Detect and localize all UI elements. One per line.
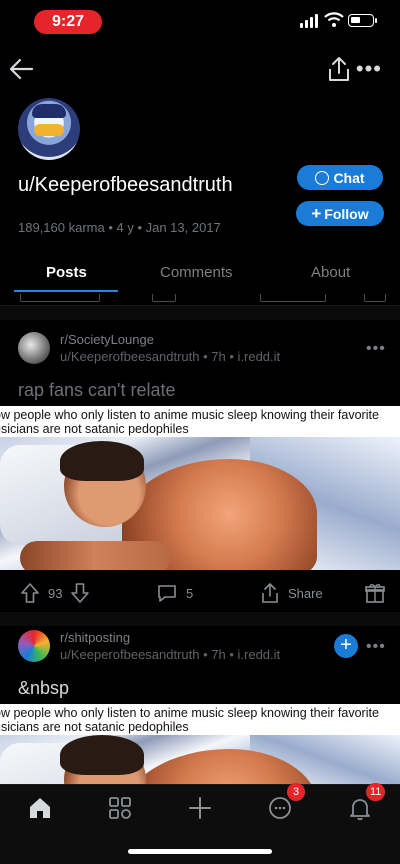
meme-caption: ow people who only listen to anime music… bbox=[0, 406, 400, 437]
status-bar: 9:27 bbox=[0, 0, 400, 44]
vote-group: 93 bbox=[20, 578, 90, 608]
avatar bbox=[18, 98, 80, 160]
post-more-icon[interactable]: ••• bbox=[366, 638, 386, 656]
meme-photo bbox=[0, 437, 400, 570]
tab-comments[interactable]: Comments bbox=[160, 264, 233, 281]
award-gift-icon[interactable] bbox=[364, 582, 386, 604]
subreddit-icon bbox=[18, 332, 50, 364]
post-separator bbox=[0, 612, 400, 626]
battery-icon bbox=[348, 14, 377, 27]
meme-photo bbox=[0, 735, 400, 784]
post-image[interactable]: ow people who only listen to anime music… bbox=[0, 704, 400, 784]
post-title[interactable]: rap fans can't relate bbox=[18, 380, 176, 401]
post-subreddit[interactable]: r/SocietyLounge bbox=[60, 332, 154, 347]
comment-count: 5 bbox=[186, 585, 194, 601]
downvote-icon[interactable] bbox=[70, 582, 90, 604]
inbox-badge: 11 bbox=[366, 783, 386, 801]
post-byline: u/Keeperofbeesandtruth • 7h • i.redd.it bbox=[60, 647, 281, 662]
tab-posts[interactable]: Posts bbox=[46, 264, 87, 281]
wifi-icon bbox=[324, 12, 344, 27]
profile-stats: 189,160 karma • 4 y • Jan 13, 2017 bbox=[18, 220, 221, 235]
home-indicator bbox=[128, 849, 272, 854]
meme-caption-line: ow people who only listen to anime music… bbox=[0, 706, 379, 720]
plus-icon: + bbox=[311, 204, 322, 223]
comment-icon bbox=[158, 585, 176, 602]
tab-about[interactable]: About bbox=[311, 264, 350, 281]
active-tab-indicator bbox=[14, 290, 118, 292]
cellular-signal-icon bbox=[300, 14, 318, 28]
follow-button-label: Follow bbox=[324, 205, 369, 222]
chat-button-label: Chat bbox=[333, 169, 365, 186]
previous-post-actions bbox=[0, 294, 400, 306]
post-separator bbox=[0, 306, 400, 320]
post-action-bar: 93 5 Share bbox=[0, 578, 400, 612]
post-image[interactable]: ow people who only listen to anime music… bbox=[0, 406, 400, 570]
follow-button[interactable]: + Follow bbox=[296, 201, 384, 226]
top-bar: ••• bbox=[0, 50, 400, 90]
status-time: 9:27 bbox=[34, 10, 102, 34]
post-byline: u/Keeperofbeesandtruth • 7h • i.redd.it bbox=[60, 349, 281, 364]
share-button[interactable]: Share bbox=[260, 578, 323, 608]
share-icon bbox=[262, 583, 278, 603]
comments-button[interactable]: 5 bbox=[156, 578, 193, 608]
share-label: Share bbox=[288, 585, 323, 601]
home-icon[interactable] bbox=[26, 794, 54, 822]
share-icon[interactable] bbox=[326, 55, 352, 83]
back-arrow-icon[interactable] bbox=[6, 54, 36, 84]
meme-caption-line: usicians are not satanic pedophiles bbox=[0, 720, 189, 734]
post-more-icon[interactable]: ••• bbox=[366, 340, 386, 358]
upvote-icon[interactable] bbox=[20, 582, 40, 604]
chat-badge: 3 bbox=[287, 783, 305, 801]
upvote-count: 93 bbox=[48, 585, 63, 601]
post-title[interactable]: &nbsp bbox=[18, 678, 69, 699]
create-post-plus-icon[interactable] bbox=[186, 794, 214, 822]
profile-tabs: Posts Comments About bbox=[0, 258, 400, 294]
join-subreddit-button[interactable]: + bbox=[334, 634, 358, 658]
chat-button[interactable]: Chat bbox=[297, 165, 383, 190]
subreddit-icon bbox=[18, 630, 50, 662]
post-subreddit[interactable]: r/shitposting bbox=[60, 630, 130, 645]
meme-caption-line: usicians are not satanic pedophiles bbox=[0, 422, 189, 436]
communities-grid-icon[interactable] bbox=[106, 794, 134, 822]
meme-caption: ow people who only listen to anime music… bbox=[0, 704, 400, 735]
profile-username: u/Keeperofbeesandtruth bbox=[18, 174, 233, 196]
more-options-icon[interactable]: ••• bbox=[356, 55, 382, 83]
chat-bubble-icon bbox=[315, 170, 330, 185]
meme-caption-line: ow people who only listen to anime music… bbox=[0, 408, 379, 422]
